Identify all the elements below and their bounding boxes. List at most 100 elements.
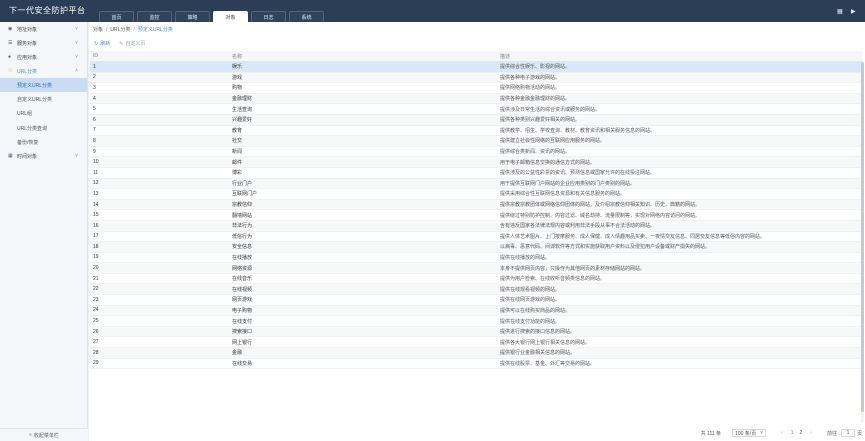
header-id[interactable]: ID (90, 53, 232, 59)
table-row[interactable]: 20 网络资源 本身不提供网页内容，只操作为其他网页的素材存储网站的网站。 (90, 263, 862, 274)
collapse-sidebar-button[interactable]: « 收起菜单栏 (0, 428, 88, 441)
breadcrumb-item[interactable]: 对象 (93, 26, 103, 33)
tab-5[interactable]: 系统 (289, 11, 324, 22)
cell-desc: 本身不提供网页内容，只操作为其他网页的素材存储网站的网站。 (500, 265, 646, 272)
cell-id: 23 (93, 296, 99, 303)
sidebar-item-label: 地址对象 (17, 26, 38, 33)
sidebar-subitem-4[interactable]: 备份/恢复 (0, 135, 87, 149)
table-row[interactable]: 27 网上银行 提供各大银行网上银行相关信息的网站。 (90, 337, 862, 349)
cell-desc: 提供建立社会性网络的互联网应用服务的网站。 (500, 138, 606, 145)
user-icon[interactable]: ▦ (837, 9, 843, 15)
logout-icon[interactable]: ▶ (851, 9, 857, 15)
table-row[interactable]: 15 翻墙网站 提供绕过特别防护控制、内容过滤、域名劫持、流量限制等，实现对网络内容… (90, 210, 862, 221)
table-row[interactable]: 25 在线支付 提供在线支付功能的网站。 (90, 316, 862, 327)
table-row[interactable]: 11 博彩 提供涉及的公益性彩票的资讯、预测信息或国家允许的在线投注网站。 (90, 168, 862, 179)
main-tabs: 首页 监控 策略 对象 日志 系统 (99, 11, 327, 22)
header-desc[interactable]: 描述 (500, 53, 862, 60)
cell-name: 互联网门户 (232, 191, 258, 198)
table-row[interactable]: 14 宗教信仰 提供宗教宗教团体或网络信仰团体的网站，及介绍宗教信仰相关知识、历史、… (90, 199, 862, 211)
goto-page-input[interactable]: 1 (840, 429, 855, 437)
table-row[interactable]: 7 教育 提供教学、招生、学校查询、教材、教育资讯和相关服务信息的网站。 (90, 126, 862, 137)
table-row[interactable]: 9 新闻 提供综合类新闻、资讯的网站。 (90, 147, 862, 158)
next-page-button[interactable]: › (810, 430, 812, 436)
sidebar-item-3[interactable]: ☉ URL分类 ˄ (0, 64, 87, 78)
tab-2[interactable]: 策略 (175, 11, 210, 22)
cell-desc: 提供涉及日常生活的综合资讯或服务的网站。 (500, 106, 601, 113)
cell-name: 邮件 (232, 159, 243, 166)
cell-id: 10 (93, 159, 99, 166)
table-row[interactable]: 1 娱乐 提供综合性娱乐、影视的网站。 (90, 62, 862, 73)
tab-4[interactable]: 日志 (251, 11, 286, 22)
breadcrumb-item[interactable]: URL分类 (110, 26, 130, 33)
table-row[interactable]: 8 社交 提供建立社会性网络的互联网应用服务的网站。 (90, 136, 862, 147)
sidebar-subitem-2[interactable]: URL组 (0, 107, 87, 121)
table-row[interactable]: 6 兴趣爱好 提供各种类别兴趣爱好相关的网站。 (90, 114, 862, 126)
sidebar-item-1[interactable]: ☰ 服务对象 ˅ (0, 36, 87, 50)
total-count: 共 111 条 (700, 430, 722, 437)
sidebar-item-0[interactable]: ◉ 地址对象 ˅ (0, 22, 87, 36)
page-1-button[interactable]: 1 (791, 430, 794, 436)
cell-desc: 提供进行搜索的接口信息的网站。 (500, 329, 576, 336)
sidebar-subitem-0[interactable]: 预定义URL分类 (0, 78, 87, 93)
tab-3[interactable]: 对象 (213, 11, 248, 22)
list-icon: ☰ (8, 40, 13, 46)
table-row[interactable]: 13 互联网门户 提供采用综合性互联网信息资源和有关信息服务的网站。 (90, 189, 862, 200)
cell-desc: 用于电子邮箱信息交换的通信方式的网站。 (500, 159, 596, 166)
chevron-up-icon: ˄ (75, 68, 78, 74)
tab-1[interactable]: 监控 (137, 11, 172, 22)
header-name[interactable]: 名称 (232, 53, 500, 60)
table-row[interactable]: 12 行业门户 用于提供互联网门户网站的企业应用类别的门户类别的网站。 (90, 178, 862, 190)
table-row[interactable]: 3 购物 提供网络购物活动的网站。 (90, 83, 862, 94)
edit-icon: ✎ (119, 40, 124, 47)
cell-id: 20 (93, 265, 99, 272)
app-title: 下一代安全防护平台 (9, 6, 86, 15)
cell-id: 17 (93, 233, 99, 240)
table-row[interactable]: 10 邮件 用于电子邮箱信息交换的通信方式的网站。 (90, 157, 862, 168)
app-icon: ● (8, 54, 12, 60)
table-row[interactable]: 24 电子购物 提供可以在线购买商品的网站。 (90, 305, 862, 317)
cell-name: 网页游戏 (232, 297, 253, 304)
table-body: 1 娱乐 提供综合性娱乐、影视的网站。 2 游戏 提供各种电子游戏的网站。 3 购物 提供网络购… (90, 62, 862, 370)
cell-name: 社交 (232, 138, 243, 145)
cell-desc: 提供在线网页游戏的网站。 (500, 297, 561, 304)
table-row[interactable]: 4 金融理财 提供各种金融金融理财的网站。 (90, 93, 862, 105)
cell-id: 15 (93, 212, 99, 219)
chevron-down-icon: ˅ (75, 40, 78, 46)
sidebar-item-label: URL分类 (17, 68, 38, 75)
table-row[interactable]: 17 低俗行为 提供人体艺术图片、上门按摩服务、成人保健、成人情趣用品买卖、一夜情交… (90, 232, 862, 243)
table-row[interactable]: 28 金融 提供银行业金融相关信息的网站。 (90, 348, 862, 359)
cell-desc: 提供绕过特别防护控制、内容过滤、域名劫持、流量限制等，实现对网络内容访问的网站。 (500, 212, 701, 219)
prev-page-button[interactable]: ‹ (781, 430, 783, 436)
refresh-label: 刷新 (100, 41, 111, 47)
cell-desc: 提供综合类新闻、资讯的网站。 (500, 149, 571, 156)
cell-name: 游戏 (232, 74, 243, 81)
cell-desc: 提供各种类别兴趣爱好相关的网站。 (500, 117, 581, 124)
cell-id: 7 (93, 127, 96, 134)
table-row[interactable]: 18 安全信息 以病毒、恶意代码、间谍软件等方式和实施获取用户资料以及侵犯用户设备或… (90, 242, 862, 253)
table-row[interactable]: 26 搜索接口 提供进行搜索的接口信息的网站。 (90, 326, 862, 338)
customize-button[interactable]: ✎ 自定义页 (119, 40, 145, 48)
scrollbar-thumb[interactable] (861, 62, 864, 412)
page-2-button[interactable]: 2 (800, 430, 803, 436)
page-size-select[interactable]: 100 条/页 ˅ (732, 429, 767, 437)
tab-0[interactable]: 首页 (99, 11, 134, 22)
breadcrumb-separator: / (133, 26, 135, 33)
table-row[interactable]: 21 在线音乐 提供为用户检索、在线收听音频类信息的网站。 (90, 274, 862, 285)
table-row[interactable]: 29 在线交易 提供在线股票、基金、外汇等交易的网站。 (90, 359, 862, 370)
cell-id: 3 (93, 84, 96, 91)
cell-name: 兴趣爱好 (232, 117, 253, 124)
table-row[interactable]: 23 网页游戏 提供在线网页游戏的网站。 (90, 295, 862, 306)
cell-id: 9 (93, 148, 96, 155)
chevron-down-icon: ˅ (75, 54, 78, 60)
table-row[interactable]: 16 非法行为 含有违反国家各法律法规内容或利用非法手段从事不合法活动的网站。 (90, 220, 862, 232)
sidebar-item-2[interactable]: ● 应用对象 ˅ (0, 50, 87, 64)
table-row[interactable]: 19 在线播放 提供在线播放的网站。 (90, 253, 862, 264)
sidebar-subitem-1[interactable]: 自定义URL分类 (0, 92, 87, 106)
sidebar-subitem-3[interactable]: URL分类查询 (0, 121, 87, 135)
top-icons: ▦ ▶ (837, 9, 857, 15)
refresh-button[interactable]: ↻ 刷新 (94, 40, 111, 48)
table-row[interactable]: 22 在线视频 提供在线观看视频的网站。 (90, 284, 862, 296)
sidebar-item-4[interactable]: ▦ 时间对象 ˅ (0, 149, 87, 163)
table-row[interactable]: 2 游戏 提供各种电子游戏的网站。 (90, 72, 862, 84)
table-row[interactable]: 5 生活查询 提供涉及日常生活的综合资讯或服务的网站。 (90, 104, 862, 115)
